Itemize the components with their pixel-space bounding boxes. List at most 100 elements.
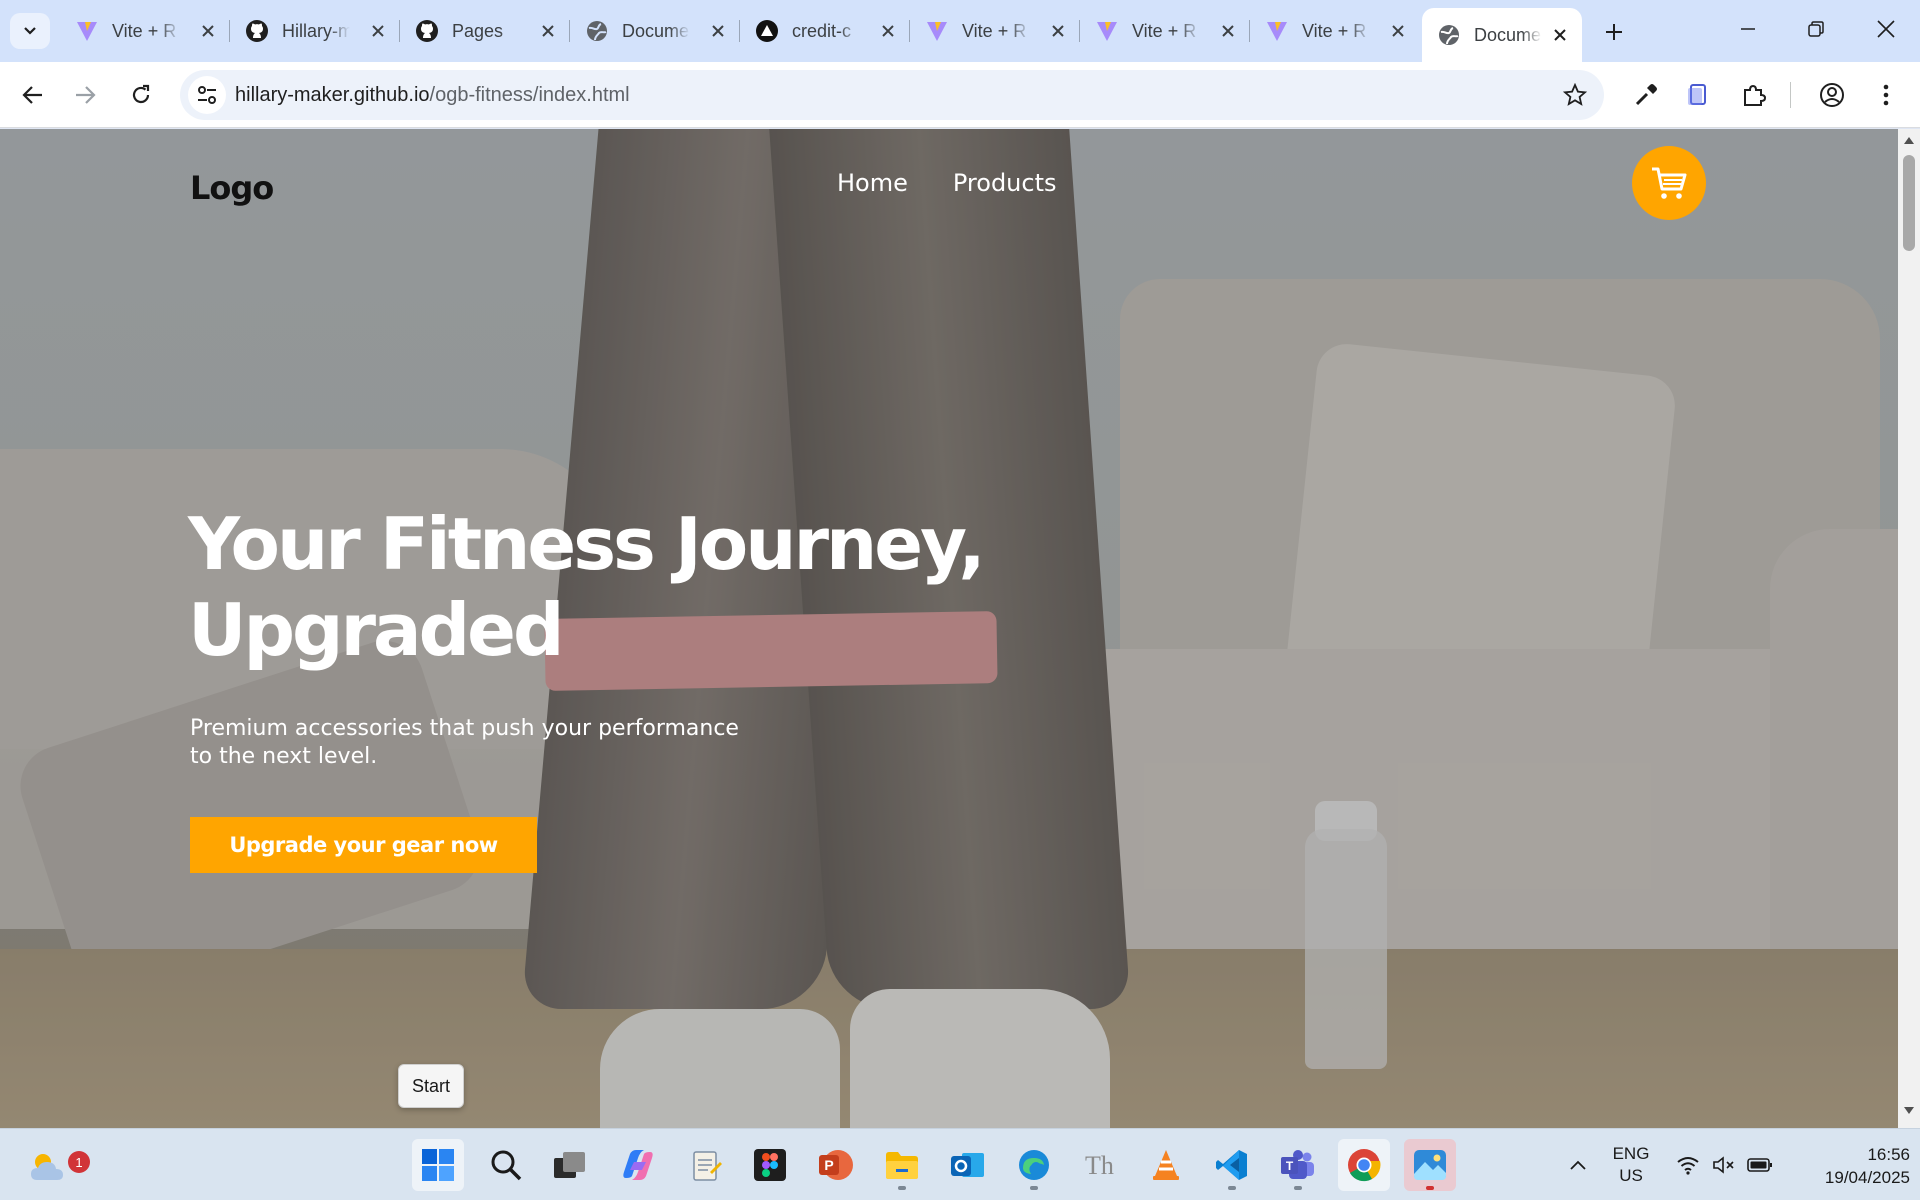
close-icon[interactable] (1216, 19, 1240, 43)
chevron-down-icon (24, 27, 36, 35)
windows-start-icon[interactable] (412, 1139, 464, 1191)
tab-title: Vite + R (112, 20, 177, 41)
reload-button[interactable] (120, 74, 162, 116)
search-icon[interactable] (480, 1139, 532, 1191)
reading-mode-extension-button[interactable] (1680, 77, 1716, 113)
vlc-icon[interactable] (1140, 1139, 1192, 1191)
svg-text:T: T (1286, 1159, 1294, 1173)
close-icon[interactable] (196, 19, 220, 43)
more-vertical-icon (1883, 84, 1889, 106)
start-tooltip: Start (398, 1064, 464, 1108)
triangle-up-icon (1904, 137, 1914, 144)
restore-icon (1808, 21, 1824, 37)
nav-link-home[interactable]: Home (837, 169, 908, 197)
scroll-down-arrow[interactable] (1898, 1106, 1920, 1122)
browser-tab[interactable]: Vite + R (910, 10, 1080, 52)
new-tab-button[interactable] (1596, 14, 1632, 50)
browser-tab[interactable]: credit-c (740, 10, 910, 52)
browser-tab[interactable]: Vite + R (60, 10, 230, 52)
copilot-icon[interactable] (612, 1139, 664, 1191)
font-app-icon[interactable]: Th (1074, 1139, 1126, 1191)
profile-button[interactable] (1814, 77, 1850, 113)
cart-button[interactable] (1632, 146, 1706, 220)
scroll-thumb[interactable] (1903, 155, 1915, 251)
star-icon (1563, 83, 1587, 106)
browser-menu-button[interactable] (1868, 77, 1904, 113)
weather-widget[interactable]: 1 (22, 1141, 90, 1193)
browser-tab[interactable]: Hillary-m (230, 10, 400, 52)
chrome-icon[interactable] (1338, 1139, 1390, 1191)
browser-tab[interactable]: Pages (400, 10, 570, 52)
chevron-up-icon (1570, 1160, 1586, 1170)
extensions-button[interactable] (1736, 77, 1772, 113)
close-icon[interactable] (876, 19, 900, 43)
url-text[interactable]: hillary-maker.github.io/ogb-fitness/inde… (235, 84, 630, 107)
teams-icon[interactable]: T (1272, 1139, 1324, 1191)
restore-button[interactable] (1786, 6, 1846, 52)
close-icon[interactable] (1548, 23, 1572, 47)
upgrade-gear-button[interactable]: Upgrade your gear now (190, 817, 537, 873)
tune-icon (198, 86, 216, 104)
nav-link-products[interactable]: Products (953, 169, 1057, 197)
show-hidden-icons-button[interactable] (1560, 1129, 1596, 1200)
vscode-icon[interactable] (1206, 1139, 1258, 1191)
vercel-icon (754, 18, 780, 44)
input-language-indicator[interactable]: ENG US (1604, 1143, 1658, 1187)
tab-search-button[interactable] (10, 13, 50, 49)
browser-tab[interactable]: Vite + R (1080, 10, 1250, 52)
close-icon (1877, 20, 1895, 38)
close-icon[interactable] (706, 19, 730, 43)
edge-icon[interactable] (1008, 1139, 1060, 1191)
close-icon[interactable] (536, 19, 560, 43)
language-code: ENG (1612, 1144, 1650, 1163)
minimize-button[interactable] (1718, 6, 1778, 52)
close-icon[interactable] (1386, 19, 1410, 43)
globe-icon (584, 18, 610, 44)
document-extension-icon (1688, 84, 1706, 105)
github-icon (244, 18, 270, 44)
svg-text:Th: Th (1085, 1151, 1114, 1180)
taskbar: 1 P Th T ENG US 16:56 19/04/2025 (0, 1128, 1920, 1200)
account-circle-icon (1820, 83, 1844, 107)
eyedropper-extension-button[interactable] (1628, 77, 1664, 113)
browser-tab-active[interactable]: Docume (1422, 8, 1582, 62)
bookmark-star-button[interactable] (1562, 82, 1588, 108)
browser-toolbar: hillary-maker.github.io/ogb-fitness/inde… (0, 62, 1920, 128)
vite-icon (1094, 18, 1120, 44)
notepad-icon[interactable] (680, 1139, 732, 1191)
back-button[interactable] (12, 74, 54, 116)
task-view-icon[interactable] (544, 1139, 596, 1191)
site-logo[interactable]: Logo (190, 169, 274, 207)
minimize-icon (1741, 28, 1755, 30)
browser-tab[interactable]: Docume (570, 10, 740, 52)
page-scrollbar[interactable] (1898, 129, 1920, 1128)
puzzle-icon (1744, 84, 1767, 106)
outlook-icon[interactable] (942, 1139, 994, 1191)
forward-button[interactable] (64, 74, 106, 116)
page-viewport: Logo Home Products Your Fitness Journey,… (0, 129, 1898, 1128)
close-window-button[interactable] (1856, 6, 1916, 52)
close-icon[interactable] (1046, 19, 1070, 43)
tab-title: Docume (622, 20, 690, 41)
tab-title: Vite + R (1132, 20, 1197, 41)
site-info-button[interactable] (188, 76, 226, 114)
file-explorer-icon[interactable] (876, 1139, 928, 1191)
volume-muted-icon[interactable] (1708, 1129, 1740, 1200)
tab-title: Hillary-m (282, 20, 350, 41)
forward-arrow-icon (76, 86, 96, 104)
address-bar[interactable]: hillary-maker.github.io/ogb-fitness/inde… (180, 70, 1604, 120)
powerpoint-icon[interactable]: P (810, 1139, 862, 1191)
photos-icon[interactable] (1404, 1139, 1456, 1191)
vite-icon (924, 18, 950, 44)
notification-badge: 1 (68, 1151, 90, 1173)
system-clock[interactable]: 16:56 19/04/2025 (1782, 1143, 1910, 1189)
clock-date: 19/04/2025 (1824, 1168, 1910, 1187)
figma-icon[interactable] (744, 1139, 796, 1191)
shopping-cart-icon (1652, 167, 1687, 199)
close-icon[interactable] (366, 19, 390, 43)
wifi-icon[interactable] (1672, 1129, 1704, 1200)
scroll-up-arrow[interactable] (1898, 135, 1920, 151)
tab-title: Docume (1474, 24, 1542, 45)
battery-icon[interactable] (1744, 1129, 1776, 1200)
browser-tab[interactable]: Vite + R (1250, 10, 1420, 52)
